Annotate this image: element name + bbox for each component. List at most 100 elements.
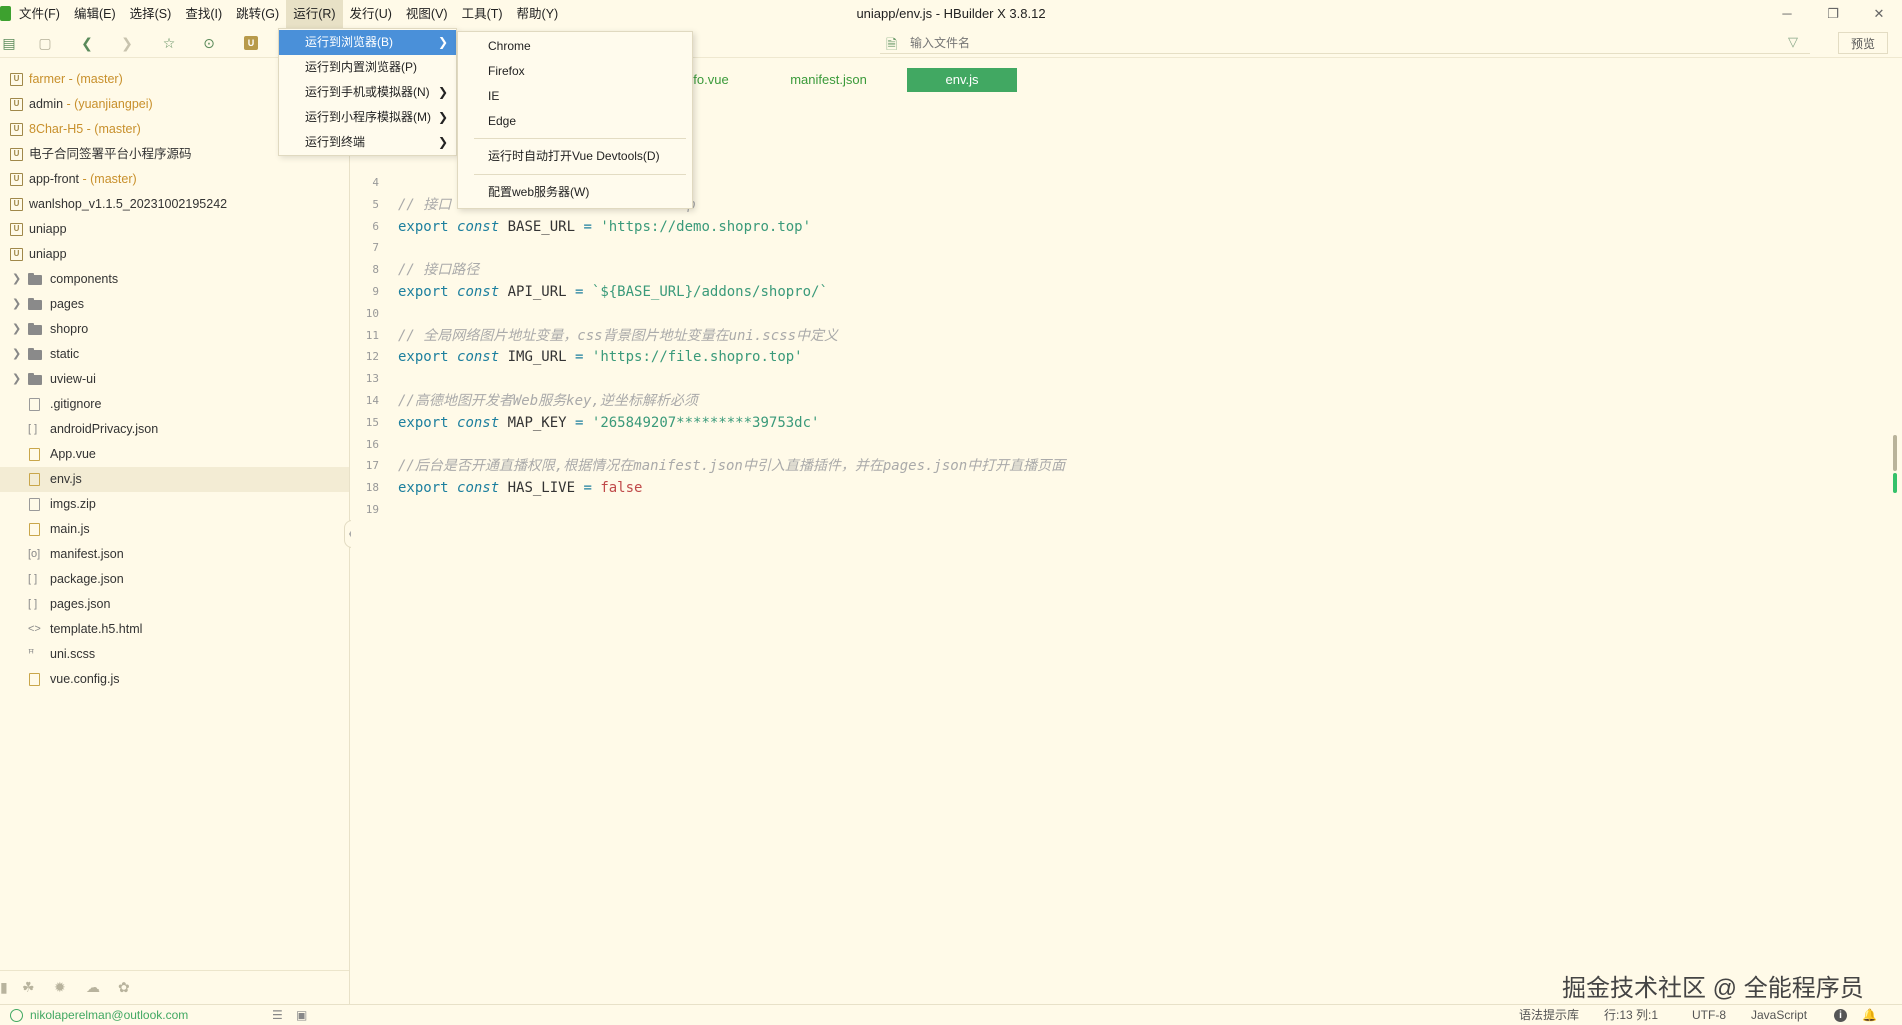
code-line[interactable]: 6 export const BASE_URL = 'https://demo.s… [351, 216, 1851, 238]
file-item-gitignore[interactable]: .gitignore [0, 392, 349, 417]
menu-goto[interactable]: 跳转(G) [229, 0, 286, 28]
restore-button[interactable]: ❐ [1810, 0, 1856, 28]
browser-chrome-item[interactable]: Chrome [458, 34, 692, 59]
filter-funnel-icon[interactable]: ▽ [1788, 34, 1798, 50]
code-line[interactable]: 18 export const HAS_LIVE = false [351, 477, 1851, 499]
run-to-phone-item[interactable]: 运行到手机或模拟器(N) ❯ [279, 80, 456, 105]
menu-run[interactable]: 运行(R) [286, 0, 343, 28]
project-item-uniapp-1[interactable]: U uniapp [0, 217, 349, 242]
run-to-builtin-browser-item[interactable]: 运行到内置浏览器(P) [279, 55, 456, 80]
list-icon[interactable]: ☰ [272, 1005, 283, 1025]
chevron-right-icon[interactable]: ❯ [12, 367, 21, 392]
menu-select[interactable]: 选择(S) [123, 0, 179, 28]
project-chip-icon[interactable]: U [244, 36, 258, 50]
scrollbar-thumb[interactable] [1893, 435, 1897, 471]
code-line[interactable]: 19 [351, 499, 1851, 521]
code-line[interactable]: 15 export const MAP_KEY = '265849207*****… [351, 412, 1851, 434]
chevron-right-icon[interactable]: ❯ [12, 342, 21, 367]
code-line[interactable]: 12 export const IMG_URL = 'https://file.s… [351, 346, 1851, 368]
code-line[interactable]: 7 [351, 237, 1851, 259]
file-item-pages-json[interactable]: [ ] pages.json [0, 592, 349, 617]
code-line[interactable]: 16 [351, 434, 1851, 456]
chevron-right-icon[interactable]: ❯ [12, 292, 21, 317]
folder-item-uview-ui[interactable]: ❯ uview-ui [0, 367, 349, 392]
project-item-wanlshop[interactable]: U wanlshop_v1.1.5_20231002195242 [0, 192, 349, 217]
file-item-env-js[interactable]: env.js [0, 467, 349, 492]
file-item-manifest-json[interactable]: [o] manifest.json [0, 542, 349, 567]
menu-file[interactable]: 文件(F) [12, 0, 67, 28]
tab-manifest-json[interactable]: manifest.json [771, 68, 886, 92]
favorite-star-icon[interactable]: ☆ [160, 34, 178, 52]
file-item-imgs-zip[interactable]: imgs.zip [0, 492, 349, 517]
cloud-icon[interactable]: ☁ [86, 979, 100, 996]
file-item-uni-scss[interactable]: ꟸ uni.scss [0, 642, 349, 667]
browser-edge-item[interactable]: Edge [458, 109, 692, 134]
forward-icon[interactable]: ❯ [118, 34, 136, 52]
code-line[interactable]: 9 export const API_URL = `${BASE_URL}/add… [351, 281, 1851, 303]
line-number: 7 [372, 241, 379, 255]
code-token: const [457, 218, 508, 235]
close-button[interactable]: ✕ [1856, 0, 1902, 28]
new-file-icon[interactable]: ▤ [0, 34, 18, 52]
code-line[interactable]: 8 // 接口路径 [351, 259, 1851, 281]
chevron-right-icon[interactable]: ❯ [12, 267, 21, 292]
run-to-miniprogram-item[interactable]: 运行到小程序模拟器(M) ❯ [279, 105, 456, 130]
minimize-button[interactable]: ─ [1764, 0, 1810, 28]
panel-toggle-icon[interactable]: ▮ [0, 979, 8, 996]
preview-button[interactable]: 预览 [1838, 32, 1888, 54]
code-line[interactable]: 10 [351, 303, 1851, 325]
grammar-hint-library[interactable]: 语法提示库 [1519, 1005, 1579, 1025]
user-icon[interactable] [10, 1009, 23, 1022]
browser-submenu: Chrome Firefox IE Edge 运行时自动打开Vue Devtoo… [457, 31, 693, 209]
configure-web-server-item[interactable]: 配置web服务器(W) [458, 180, 692, 205]
terminal-icon[interactable]: ▣ [296, 1005, 307, 1025]
menu-find[interactable]: 查找(I) [178, 0, 229, 28]
info-icon[interactable]: i [1834, 1009, 1847, 1022]
browser-ie-item[interactable]: IE [458, 84, 692, 109]
menu-tools[interactable]: 工具(T) [455, 0, 510, 28]
menu-edit[interactable]: 编辑(E) [67, 0, 123, 28]
code-line[interactable]: 13 [351, 368, 1851, 390]
file-name-input[interactable] [910, 34, 1760, 52]
file-encoding[interactable]: UTF-8 [1692, 1005, 1726, 1025]
code-line[interactable]: 14 //高德地图开发者Web服务key,逆坐标解析必须 [351, 390, 1851, 412]
file-item-package-json[interactable]: [ ] package.json [0, 567, 349, 592]
line-number: 5 [372, 197, 379, 211]
file-item-android-privacy[interactable]: [ ] androidPrivacy.json [0, 417, 349, 442]
bug-icon[interactable]: ✹ [54, 979, 66, 996]
menu-publish[interactable]: 发行(U) [343, 0, 399, 28]
user-email[interactable]: nikolaperelman@outlook.com [30, 1005, 188, 1025]
run-to-browser-item[interactable]: 运行到浏览器(B) ❯ [279, 30, 456, 55]
run-to-terminal-item[interactable]: 运行到终端 ❯ [279, 130, 456, 155]
file-item-app-vue[interactable]: App.vue [0, 442, 349, 467]
file-item-template-html[interactable]: <> template.h5.html [0, 617, 349, 642]
tab-env-js[interactable]: env.js [907, 68, 1017, 92]
folder-item-pages[interactable]: ❯ pages [0, 292, 349, 317]
chevron-right-icon[interactable]: ❯ [12, 317, 21, 342]
folder-item-static[interactable]: ❯ static [0, 342, 349, 367]
notification-bell-icon[interactable]: 🔔 [1862, 1008, 1877, 1022]
code-line[interactable]: 17 //后台是否开通直播权限,根据情况在manifest.json中引入直播插件… [351, 455, 1851, 477]
line-number: 16 [365, 437, 379, 451]
back-icon[interactable]: ❮ [78, 34, 96, 52]
menu-view[interactable]: 视图(V) [399, 0, 455, 28]
menu-help[interactable]: 帮助(Y) [510, 0, 566, 28]
plugin-icon[interactable]: ☘ [22, 979, 35, 996]
cursor-position[interactable]: 行:13 列:1 [1604, 1005, 1658, 1025]
run-play-icon[interactable]: ⊙ [200, 34, 218, 52]
folder-item-shopro[interactable]: ❯ shopro [0, 317, 349, 342]
language-mode[interactable]: JavaScript [1751, 1005, 1807, 1025]
auto-open-vue-devtools-item[interactable]: 运行时自动打开Vue Devtools(D) [458, 144, 692, 169]
code-token: export [398, 349, 458, 366]
project-item-app-front[interactable]: U app-front - (master) [0, 167, 349, 192]
line-number: 15 [365, 415, 379, 429]
editor-scrollbar[interactable] [1893, 435, 1898, 495]
save-icon[interactable]: ▢ [36, 34, 54, 52]
file-item-main-js[interactable]: main.js [0, 517, 349, 542]
folder-item-components[interactable]: ❯ components [0, 267, 349, 292]
palette-icon[interactable]: ✿ [118, 979, 130, 996]
file-item-vue-config[interactable]: vue.config.js [0, 667, 349, 692]
browser-firefox-item[interactable]: Firefox [458, 59, 692, 84]
project-item-uniapp-2[interactable]: U uniapp [0, 242, 349, 267]
code-line[interactable]: 11 // 全局网络图片地址变量，css背景图片地址变量在uni.scss中定义 [351, 325, 1851, 347]
